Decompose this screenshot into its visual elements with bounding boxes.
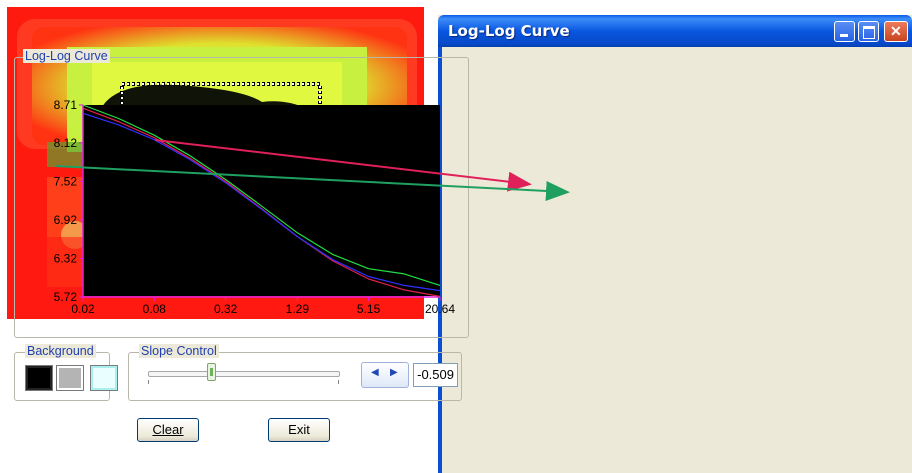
- spinner-right-icon[interactable]: ▶: [390, 367, 398, 378]
- plot-area: [83, 105, 440, 296]
- slope-spinner[interactable]: ◀ ▶: [361, 362, 409, 388]
- y-tick-label: 8.71: [54, 98, 78, 112]
- clear-button[interactable]: Clear: [137, 418, 199, 442]
- slider-tick: [338, 380, 339, 384]
- slope-value-field[interactable]: -0.509: [413, 363, 458, 387]
- x-tick-label: 5.15: [357, 302, 381, 316]
- slope-control-caption: Slope Control: [139, 344, 219, 358]
- background-group-caption: Background: [25, 344, 96, 358]
- x-tick-label: 0.02: [71, 302, 95, 316]
- y-tick-label: 7.52: [54, 174, 78, 188]
- x-tick-label: 1.29: [286, 302, 310, 316]
- exit-button[interactable]: Exit: [268, 418, 330, 442]
- slope-slider-thumb[interactable]: [206, 363, 216, 381]
- background-gray-swatch[interactable]: [56, 365, 84, 391]
- close-icon[interactable]: [884, 21, 908, 42]
- y-tick-label: 6.32: [54, 251, 78, 265]
- log-log-chart: 5.726.326.927.528.128.71 0.02 0.08 0.32 1.2…: [54, 98, 456, 316]
- title-bar[interactable]: Log-Log Curve: [438, 15, 912, 47]
- exit-button-label: Exit: [288, 422, 310, 437]
- clear-button-label: Clear: [152, 422, 184, 437]
- slider-tick: [148, 380, 149, 384]
- minimize-icon[interactable]: [834, 21, 855, 42]
- background-cyan-swatch[interactable]: [90, 365, 118, 391]
- y-tick-label: 6.92: [54, 213, 78, 227]
- y-tick-label: 8.12: [54, 136, 78, 150]
- log-log-curve-window: Log-Log Curve: [438, 15, 912, 473]
- maximize-icon[interactable]: [858, 21, 879, 42]
- x-tick-label: 20.64: [425, 302, 455, 316]
- window-title: Log-Log Curve: [448, 22, 570, 40]
- x-tick-label: 0.32: [214, 302, 238, 316]
- spinner-left-icon[interactable]: ◀: [371, 367, 379, 378]
- background-black-swatch[interactable]: [25, 365, 53, 391]
- curve-group-caption: Log-Log Curve: [23, 49, 110, 63]
- x-tick-label: 0.08: [143, 302, 167, 316]
- slope-slider-track[interactable]: [148, 371, 340, 377]
